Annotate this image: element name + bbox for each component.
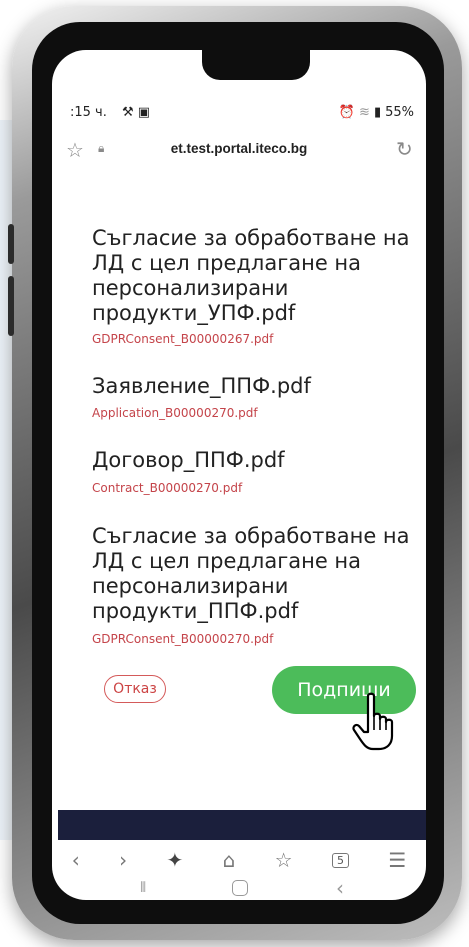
phone-screen: :15 ч. ⚒ ▣ ⏰ ≋ ▮ 55% ☆ 🔒︎ et.test.portal…: [52, 50, 426, 900]
status-time: :15 ч.: [70, 105, 107, 120]
hand-cursor-icon: [352, 692, 394, 751]
system-nav-bar: ⦀ ‹: [52, 876, 426, 900]
doc-file-link[interactable]: GDPRConsent_B00000267.pdf: [92, 332, 273, 346]
ai-sparkle-icon[interactable]: ✦: [166, 848, 183, 872]
doc-title: Договор_ППФ.pdf: [92, 448, 285, 472]
home-system-icon[interactable]: [232, 880, 248, 896]
browser-toolbar: ‹ › ✦ ⌂ ☆ 5 ☰: [52, 840, 426, 880]
browser-url-bar[interactable]: ☆ 🔒︎ et.test.portal.iteco.bg ↻: [52, 132, 426, 168]
url-text[interactable]: et.test.portal.iteco.bg: [52, 141, 426, 156]
doc-title: Съгласие за обработване на ЛД с цел пред…: [92, 524, 410, 623]
volume-button: [8, 224, 14, 264]
back-system-icon[interactable]: ‹: [336, 876, 344, 900]
menu-icon[interactable]: ☰: [388, 848, 406, 872]
power-button: [8, 276, 14, 336]
phone-frame: :15 ч. ⚒ ▣ ⏰ ≋ ▮ 55% ☆ 🔒︎ et.test.portal…: [8, 6, 462, 940]
reload-icon[interactable]: ↻: [396, 137, 413, 161]
status-right: ⏰ ≋ ▮ 55%: [339, 105, 414, 120]
recent-apps-icon[interactable]: ⦀: [140, 880, 146, 896]
doc-title: Съгласие за обработване на ЛД с цел пред…: [92, 226, 410, 325]
status-bar: :15 ч. ⚒ ▣ ⏰ ≋ ▮ 55%: [52, 105, 426, 125]
page-footer-band: [58, 810, 426, 840]
bookmarks-icon[interactable]: ☆: [275, 848, 293, 872]
doc-title: Заявление_ППФ.pdf: [92, 374, 311, 398]
notification-icons: ⚒ ▣: [122, 105, 151, 120]
battery-text: 55%: [385, 105, 414, 120]
camera-notch: [202, 50, 310, 80]
doc-file-link[interactable]: Application_B00000270.pdf: [92, 406, 258, 420]
wifi-icon: ≋: [359, 105, 370, 120]
home-icon[interactable]: ⌂: [223, 848, 236, 872]
alarm-icon: ⏰: [338, 105, 356, 120]
back-icon[interactable]: ‹: [72, 848, 80, 872]
tabs-icon[interactable]: 5: [331, 852, 349, 868]
signal-icon: ▮: [373, 105, 382, 120]
doc-file-link[interactable]: GDPRConsent_B00000270.pdf: [92, 632, 273, 646]
doc-file-link[interactable]: Contract_B00000270.pdf: [92, 481, 242, 495]
cancel-button[interactable]: Отказ: [104, 675, 166, 703]
phone-bezel: :15 ч. ⚒ ▣ ⏰ ≋ ▮ 55% ☆ 🔒︎ et.test.portal…: [32, 22, 444, 924]
forward-icon[interactable]: ›: [119, 848, 127, 872]
